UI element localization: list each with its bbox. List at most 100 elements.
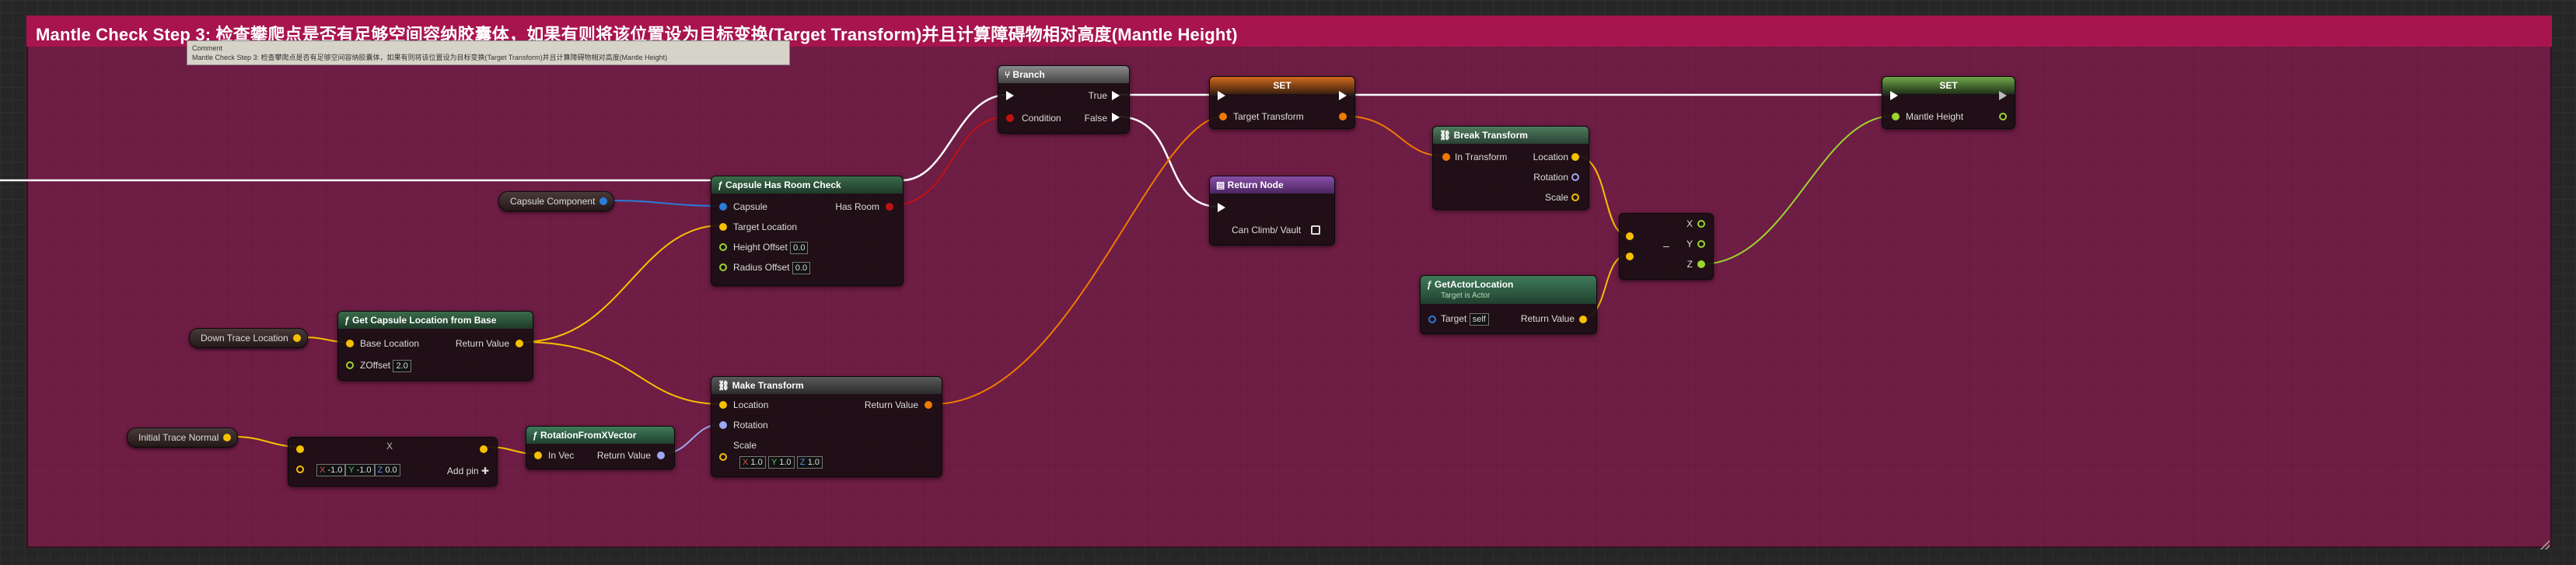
- multiply-z-input[interactable]: Z 0.0: [374, 463, 400, 476]
- make-transform-node[interactable]: ⛓ Make Transform Location Return Value R…: [711, 376, 942, 477]
- multiply-x-axis: X: [320, 465, 326, 475]
- break-scale-pin[interactable]: [1571, 194, 1579, 201]
- vector-subtract-node[interactable]: – X Y Z: [1619, 213, 1714, 280]
- return-exec-in-pin[interactable]: [1218, 203, 1225, 212]
- set-transform-in-pin[interactable]: [1219, 113, 1227, 120]
- return-can-climb-checkbox[interactable]: [1311, 225, 1320, 235]
- break-rotation-pin[interactable]: [1571, 173, 1579, 181]
- get-actor-location-header[interactable]: ƒ GetActorLocation Target is Actor: [1421, 276, 1596, 304]
- vector-x-pin[interactable]: [1697, 220, 1705, 228]
- zoffset-input[interactable]: 2.0: [393, 359, 411, 372]
- down-trace-location-pin[interactable]: [292, 334, 301, 342]
- set-target-transform-node[interactable]: SET Target Transform: [1209, 76, 1355, 129]
- set-height-in-pin[interactable]: [1892, 113, 1900, 120]
- make-return-pin[interactable]: [924, 401, 932, 409]
- set-height-exec-out-pin[interactable]: [1999, 91, 2007, 100]
- break-location-pin[interactable]: [1571, 153, 1579, 161]
- actor-return-label: Return Value: [1520, 313, 1575, 324]
- rotation-in-vec-label: In Vec: [548, 450, 575, 461]
- set-transform-out-pin[interactable]: [1339, 113, 1347, 120]
- branch-header[interactable]: ⑂ Branch: [998, 66, 1129, 83]
- capsule-check-header[interactable]: ƒ Capsule Has Room Check: [711, 176, 903, 194]
- multiply-out-pin[interactable]: [480, 445, 488, 453]
- scale-z-value: 1.0: [807, 457, 820, 467]
- rotation-from-x-title: RotationFromXVector: [540, 430, 637, 441]
- set-height-out-pin[interactable]: [1999, 113, 2007, 120]
- capsule-component-pin[interactable]: [599, 197, 608, 205]
- multiply-y-input[interactable]: Y -1.0: [345, 463, 375, 476]
- scale-x-input[interactable]: X 1.0: [739, 455, 766, 469]
- capsule-pin[interactable]: [719, 203, 727, 211]
- target-location-pin[interactable]: [719, 223, 727, 231]
- initial-trace-normal-variable[interactable]: Initial Trace Normal: [127, 427, 239, 448]
- return-node-header[interactable]: ▤ Return Node: [1210, 176, 1334, 194]
- height-offset-input[interactable]: 0.0: [790, 241, 809, 254]
- scale-z-input[interactable]: Z 1.0: [796, 455, 823, 469]
- branch-exec-in-pin[interactable]: [1006, 91, 1014, 100]
- zoffset-pin[interactable]: [346, 361, 354, 369]
- vector-z-pin[interactable]: [1697, 260, 1705, 268]
- multiply-x-input[interactable]: X -1.0: [316, 463, 346, 476]
- has-room-pin[interactable]: [886, 203, 893, 211]
- set-transform-exec-in-pin[interactable]: [1218, 91, 1225, 100]
- scale-x-value: 1.0: [750, 457, 763, 467]
- height-offset-row: Height Offset 0.0: [733, 240, 809, 254]
- capsule-location-return-pin[interactable]: [516, 340, 523, 347]
- break-transform-node[interactable]: ⛓ Break Transform In Transform Location …: [1432, 126, 1589, 210]
- return-node[interactable]: ▤ Return Node Can Climb/ Vault: [1209, 176, 1335, 246]
- capsule-check-title: Capsule Has Room Check: [725, 180, 841, 190]
- return-can-climb-label: Can Climb/ Vault: [1232, 225, 1302, 235]
- branch-true-pin[interactable]: [1112, 91, 1120, 100]
- make-rotation-pin[interactable]: [719, 421, 727, 429]
- make-scale-pin[interactable]: [719, 453, 727, 461]
- down-trace-location-variable[interactable]: Down Trace Location: [189, 328, 308, 348]
- initial-trace-normal-label: Initial Trace Normal: [138, 432, 219, 443]
- capsule-component-variable[interactable]: Capsule Component: [498, 191, 615, 211]
- set-mantle-height-header[interactable]: SET: [1882, 77, 2015, 94]
- capsule-component-label: Capsule Component: [510, 196, 596, 207]
- break-transform-header[interactable]: ⛓ Break Transform: [1433, 127, 1589, 144]
- actor-return-pin[interactable]: [1579, 316, 1587, 323]
- actor-target-label: Target self: [1441, 312, 1489, 326]
- get-capsule-location-header[interactable]: ƒ Get Capsule Location from Base: [338, 312, 533, 329]
- set-transform-exec-out-pin[interactable]: [1339, 91, 1347, 100]
- rotation-from-x-header[interactable]: ƒ RotationFromXVector: [526, 427, 674, 444]
- vector-y-pin[interactable]: [1697, 240, 1705, 248]
- make-location-pin[interactable]: [719, 401, 727, 409]
- branch-node[interactable]: ⑂ Branch True Condition False: [998, 65, 1130, 134]
- get-actor-location-node[interactable]: ƒ GetActorLocation Target is Actor Targe…: [1420, 275, 1597, 334]
- subtract-b-pin[interactable]: [1626, 253, 1634, 260]
- actor-target-value[interactable]: self: [1469, 312, 1489, 326]
- branch-condition-pin[interactable]: [1006, 114, 1014, 122]
- vector-multiply-node[interactable]: X X -1.0 Y -1.0 Z 0.0 Add pin ✚: [288, 437, 498, 487]
- make-transform-header[interactable]: ⛓ Make Transform: [711, 377, 942, 394]
- scale-y-input[interactable]: Y 1.0: [768, 455, 795, 469]
- break-in-transform-pin[interactable]: [1442, 153, 1450, 161]
- multiply-b-pin[interactable]: [296, 466, 304, 473]
- initial-trace-normal-pin[interactable]: [223, 434, 232, 441]
- radius-offset-input[interactable]: 0.0: [792, 261, 811, 274]
- capsule-has-room-check-node[interactable]: ƒ Capsule Has Room Check Capsule Has Roo…: [711, 176, 904, 286]
- subtract-a-pin[interactable]: [1626, 232, 1634, 240]
- radius-offset-pin[interactable]: [719, 263, 727, 271]
- add-pin-button[interactable]: Add pin ✚: [447, 464, 489, 478]
- base-location-pin[interactable]: [346, 340, 354, 347]
- rotation-return-pin[interactable]: [657, 452, 665, 459]
- set-target-transform-header[interactable]: SET: [1210, 77, 1354, 94]
- break-in-transform-label: In Transform: [1455, 152, 1508, 162]
- height-offset-pin[interactable]: [719, 243, 727, 251]
- set-height-exec-in-pin[interactable]: [1890, 91, 1898, 100]
- multiply-y-axis: Y: [348, 465, 355, 475]
- actor-target-pin[interactable]: [1428, 316, 1436, 323]
- set-mantle-height-node[interactable]: SET Mantle Height: [1882, 76, 2015, 129]
- branch-false-pin[interactable]: [1112, 113, 1120, 122]
- function-icon: ƒ: [1427, 279, 1435, 290]
- get-capsule-location-node[interactable]: ƒ Get Capsule Location from Base Base Lo…: [337, 311, 533, 381]
- branch-false-label: False: [1084, 113, 1107, 124]
- comment-resize-handle[interactable]: [2540, 540, 2550, 549]
- rotation-in-vec-pin[interactable]: [534, 452, 542, 459]
- rotation-from-x-vector-node[interactable]: ƒ RotationFromXVector In Vec Return Valu…: [526, 426, 675, 469]
- down-trace-location-label: Down Trace Location: [201, 333, 288, 344]
- multiply-a-pin[interactable]: [296, 445, 304, 453]
- branch-true-label: True: [1088, 90, 1107, 101]
